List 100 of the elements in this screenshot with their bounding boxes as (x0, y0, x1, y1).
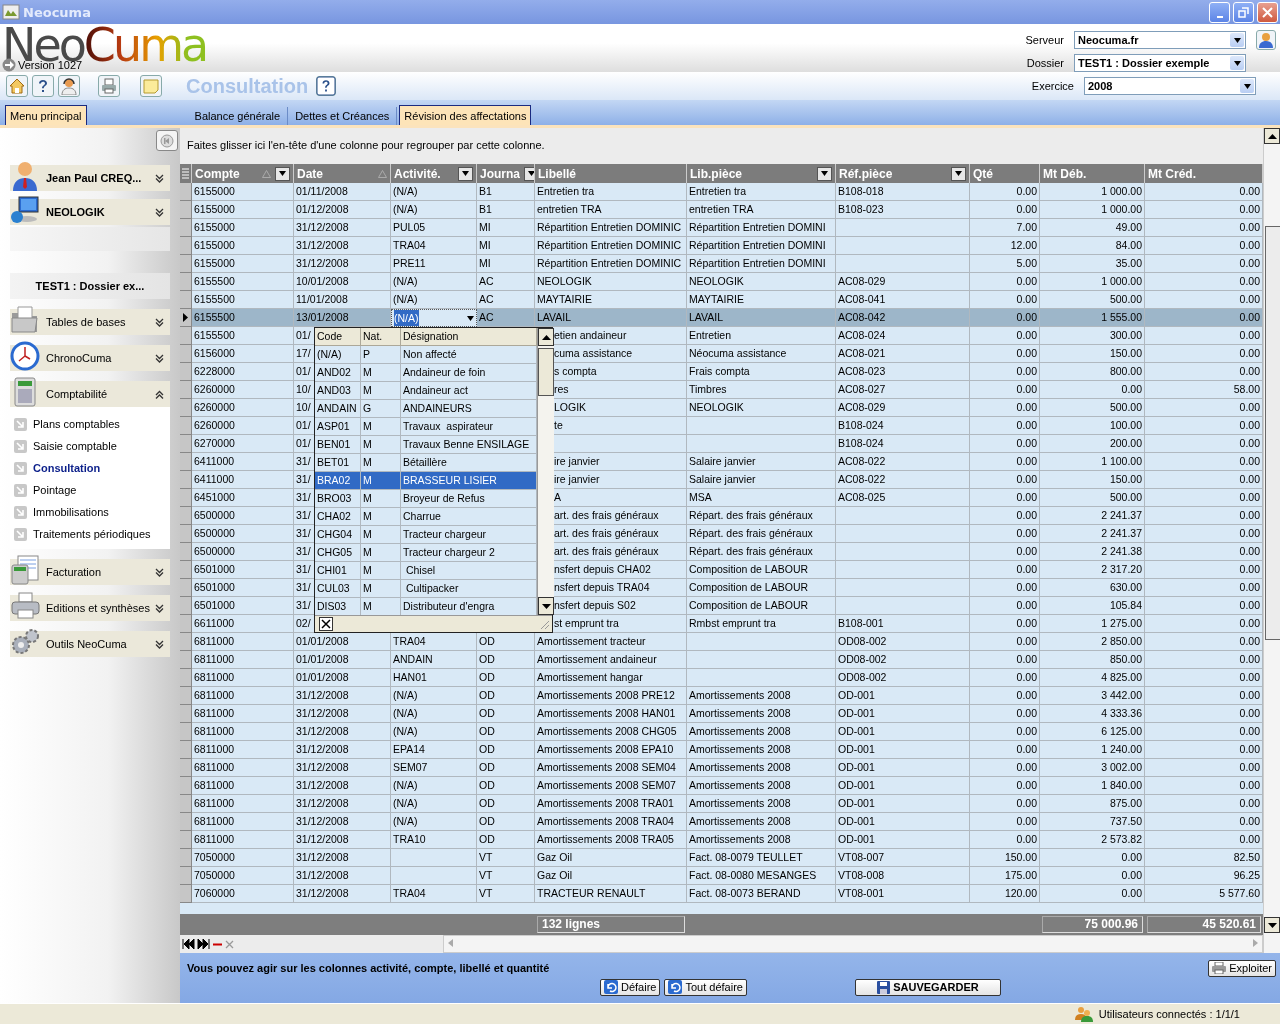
table-row[interactable]: 6811000 31/12/2008 (N/A) OD Amortissements 2008 PRE12 Amortissements 2008 OD-001 0.00 3 442.00 0.00 (180, 687, 1263, 705)
list-row[interactable]: AND02 M Andaineur de foin (315, 364, 537, 382)
print-button[interactable] (98, 75, 120, 97)
undo-icon (668, 980, 683, 994)
help-button[interactable] (32, 75, 54, 97)
sidebar-section-header[interactable]: NEOLOGIK (10, 199, 170, 225)
minimize-button[interactable] (1209, 1, 1230, 23)
table-row[interactable]: 6155000 31/12/2008 PUL05 MI Répartition Entretien DOMINIC Répartition Entretien DOMINI 7.00 49.00 0.00 (180, 219, 1263, 237)
list-row[interactable]: BRA02 M BRASSEUR LISIER (315, 472, 537, 490)
sidebar-section-header[interactable]: Editions et synthèses (10, 595, 170, 621)
sidebar-link[interactable]: Plans comptables (10, 413, 126, 435)
table-row[interactable]: 6811000 31/12/2008 EPA14 OD Amortissements 2008 EPA10 Amortissements 2008 OD-001 0.00 1 240.00 0.00 (180, 741, 1263, 759)
table-row[interactable]: 6155000 31/12/2008 TRA04 MI Répartition Entretien DOMINIC Répartition Entretien DOMINI 12.00 84.00 0.00 (180, 237, 1263, 255)
row-count: 132 lignes (537, 916, 685, 933)
table-row[interactable]: 6155500 13/01/2008 (N/A) AC LAVAIL LAVAIL AC08-042 0.00 1 555.00 0.00 (180, 309, 1263, 327)
tab[interactable]: Balance générale (189, 105, 286, 125)
table-row[interactable]: 6811000 31/12/2008 SEM07 OD Amortissements 2008 SEM04 Amortissements 2008 OD-001 0.00 3 002.00 0.00 (180, 759, 1263, 777)
list-row[interactable]: CHG04 M Tracteur chargeur (315, 526, 537, 544)
list-row[interactable]: ANDAIN G ANDAINEURS (315, 400, 537, 418)
scroll-thumb[interactable] (538, 348, 554, 396)
filter-button[interactable] (275, 166, 290, 181)
table-row[interactable]: 7050000 31/12/2008 VT Gaz Oil Fact. 08-0080 MESANGES VT08-008 175.00 0.00 96.25 (180, 867, 1263, 885)
sidebar-link[interactable]: Traitements périodiques (10, 523, 157, 545)
table-row[interactable]: 6811000 31/12/2008 TRA10 OD Amortissements 2008 TRA05 Amortissements 2008 OD-001 0.00 2 573.82 0.00 (180, 831, 1263, 849)
support-button[interactable] (58, 75, 80, 97)
field-label: Dossier (1025, 57, 1064, 69)
dropdown-field[interactable]: Neocuma.fr (1074, 31, 1246, 49)
sidebar-link[interactable]: Saisie comptable (10, 435, 123, 457)
filter-arrow-icon (462, 171, 469, 176)
table-row[interactable]: 6155500 10/01/2008 (N/A) AC NEOLOGIK NEOLOGIK AC08-029 0.00 1 000.00 0.00 (180, 273, 1263, 291)
table-row[interactable]: 6155500 11/01/2008 (N/A) AC MAYTAIRIE MAYTAIRIE AC08-041 0.00 500.00 0.00 (180, 291, 1263, 309)
horizontal-scrollbar[interactable] (443, 935, 1263, 953)
filter-button[interactable] (524, 166, 534, 181)
list-row[interactable]: CUL03 M Cultipacker (315, 580, 537, 598)
sidebar-section-header[interactable]: Jean Paul CREQ... (10, 165, 170, 191)
sidebar-link[interactable]: Consultation (10, 457, 107, 479)
table-row[interactable]: 6155000 01/12/2008 (N/A) B1 entretien TRA entretien TRA B108-023 0.00 1 000.00 0.00 (180, 201, 1263, 219)
sidebar-section-header[interactable]: Tables de bases (10, 309, 170, 335)
table-row[interactable]: 6811000 31/12/2008 (N/A) OD Amortissements 2008 TRA04 Amortissements 2008 OD-001 0.00 737.50 0.00 (180, 813, 1263, 831)
export-button[interactable]: Exploiter (1208, 959, 1276, 977)
table-row[interactable]: 6155000 31/12/2008 PRE11 MI Répartition Entretien DOMINIC Répartition Entretien DOMINI 5.00 35.00 0.00 (180, 255, 1263, 273)
list-row[interactable]: CHG05 M Tracteur chargeur 2 (315, 544, 537, 562)
table-row[interactable]: 6811000 31/12/2008 (N/A) OD Amortissements 2008 HAN01 Amortissements 2008 OD-001 0.00 4 333.36 0.00 (180, 705, 1263, 723)
menu-button[interactable]: Menu principal (5, 105, 87, 125)
dropdown-field[interactable]: TEST1 : Dossier exemple (1074, 54, 1246, 72)
sidebar-section-header[interactable]: Outils NeoCuma (10, 631, 170, 657)
dropdown-field[interactable]: 2008 (1084, 77, 1256, 95)
dropdown-arrow-icon (1243, 83, 1251, 89)
sidebar-link[interactable]: Pointage (10, 479, 83, 501)
list-row[interactable]: CHI01 M Chisel (315, 562, 537, 580)
collapse-button[interactable] (156, 130, 178, 151)
list-row[interactable]: AND03 M Andaineur act (315, 382, 537, 400)
tab[interactable]: Révision des affectations (399, 105, 532, 125)
home-button[interactable] (6, 75, 28, 97)
table-row[interactable]: 6811000 01/01/2008 ANDAIN OD Amortissement andaineur OD08-002 0.00 850.00 0.00 (180, 651, 1263, 669)
app-icon (2, 3, 20, 21)
info-message: Vous pouvez agir sur les colonnes activité, compte, libellé et quantité (187, 962, 551, 974)
table-row[interactable]: 6811000 01/01/2008 HAN01 OD Amortissement hangar OD08-002 0.00 4 825.00 0.00 (180, 669, 1263, 687)
list-row[interactable]: (N/A) P Non affecté (315, 346, 537, 364)
table-row[interactable]: 6811000 31/12/2008 (N/A) OD Amortissements 2008 TRA01 Amortissements 2008 OD-001 0.00 875.00 0.00 (180, 795, 1263, 813)
list-row[interactable]: DIS03 M Distributeur d'engra (315, 598, 537, 616)
row-selector[interactable] (180, 309, 192, 327)
filter-button[interactable] (951, 166, 966, 181)
scroll-down-button[interactable] (538, 597, 554, 615)
table-cell: 31/12/2008 (294, 885, 391, 903)
chevron-down-icon (155, 173, 164, 183)
person-icon (1258, 32, 1274, 48)
filter-button[interactable] (458, 166, 473, 181)
note-button[interactable] (140, 75, 162, 97)
table-row[interactable]: 6155000 01/11/2008 (N/A) B1 Entretien tra Entretien tra B108-018 0.00 1 000.00 0.00 (180, 183, 1263, 201)
save-button[interactable]: SAUVEGARDER (854, 978, 1001, 996)
table-cell: TRA04 (391, 885, 477, 903)
undo-all-button[interactable]: Tout défaire (664, 978, 747, 996)
restore-button[interactable] (1233, 1, 1254, 23)
sidebar-link[interactable]: Immobilisations (10, 501, 115, 523)
table-row[interactable]: 7060000 31/12/2008 TRA04 VT TRACTEUR RENAULT Fact. 08-0073 BERAND VT08-001 120.00 0.00 5 577.60 (180, 885, 1263, 903)
table-row[interactable]: 6811000 01/01/2008 TRA04 OD Amortissement tracteur OD08-002 0.00 2 850.00 0.00 (180, 633, 1263, 651)
help-button[interactable] (316, 76, 337, 96)
list-row[interactable]: ASP01 M Travaux aspirateur (315, 418, 537, 436)
list-row[interactable]: BRO03 M Broyeur de Refus (315, 490, 537, 508)
scroll-up-button[interactable] (538, 328, 554, 346)
table-row[interactable]: 6811000 31/12/2008 (N/A) OD Amortissements 2008 SEM07 Amortissements 2008 OD-001 0.00 1 840.00 0.00 (180, 777, 1263, 795)
table-row[interactable]: 6811000 31/12/2008 (N/A) OD Amortissements 2008 CHG05 Amortissements 2008 OD-001 0.00 6 125.00 0.00 (180, 723, 1263, 741)
floppy-icon (877, 980, 891, 994)
tab[interactable]: Dettes et Créances (290, 105, 395, 125)
close-button[interactable] (319, 617, 333, 631)
table-row[interactable]: 7050000 31/12/2008 VT Gaz Oil Fact. 08-0079 TEULLET VT08-007 150.00 0.00 82.50 (180, 849, 1263, 867)
list-row[interactable]: CHA02 M Charrue (315, 508, 537, 526)
list-row[interactable]: BET01 M Bétaillère (315, 454, 537, 472)
list-row[interactable]: BEN01 M Travaux Benne ENSILAGE (315, 436, 537, 454)
chevron-up-icon (155, 389, 164, 399)
activity-dropdown[interactable]: (N/A) (391, 309, 477, 327)
undo-button[interactable]: Défaire (600, 978, 661, 996)
user-button[interactable] (1256, 30, 1276, 50)
filter-arrow-icon (528, 171, 534, 176)
filter-arrow-icon (279, 171, 286, 176)
field-label: Serveur (1025, 34, 1064, 46)
vertical-scrollbar[interactable] (1263, 128, 1280, 953)
filter-button[interactable] (817, 166, 832, 181)
folder-icon (10, 305, 40, 335)
